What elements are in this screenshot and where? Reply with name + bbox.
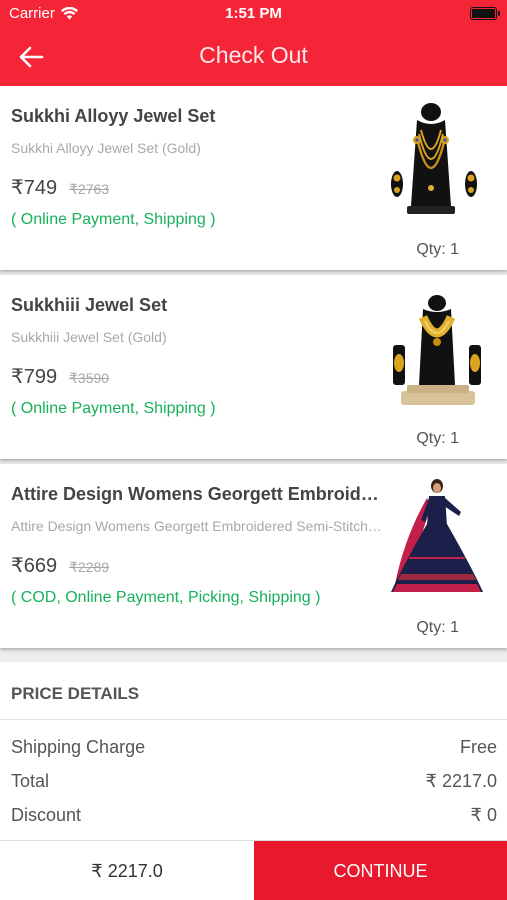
row-value: ₹ 2217.0 (425, 771, 497, 791)
cart-item[interactable]: Sukkhi Alloyy Jewel Set Sukkhi Alloyy Je… (0, 86, 507, 270)
shipping-charge-row: Shipping Charge Free (11, 737, 497, 759)
payment-modes: ( COD, Online Payment, Picking, Shipping… (11, 589, 321, 606)
product-name: Sukkhi Alloyy Jewel Set (11, 106, 216, 126)
status-time: 1:51 PM (225, 5, 282, 22)
payment-modes: ( Online Payment, Shipping ) (11, 211, 216, 228)
product-price: ₹669 (11, 555, 58, 577)
row-label: Shipping Charge (11, 737, 146, 757)
divider (0, 719, 507, 720)
product-variant: Attire Design Womens Georgett Embroidere… (11, 518, 383, 534)
payment-modes: ( Online Payment, Shipping ) (11, 400, 216, 417)
nav-header: Check Out (0, 28, 507, 86)
price-details: PRICE DETAILS Shipping Charge Free Total… (0, 662, 507, 840)
product-mrp: ₹2289 (69, 559, 110, 575)
row-label: Discount (11, 805, 82, 825)
gold-necklace-image[interactable] (382, 287, 492, 412)
app-header: Carrier 1:51 PM Check Out (0, 0, 507, 86)
total-row: Total ₹ 2217.0 (11, 771, 497, 793)
continue-button[interactable]: CONTINUE (254, 841, 507, 900)
row-label: Total (11, 771, 50, 791)
product-name: Sukkhiii Jewel Set (11, 295, 168, 315)
necklace-set-image[interactable] (382, 98, 492, 223)
anarkali-dress-image[interactable] (382, 476, 492, 601)
product-quantity: Qty: 1 (416, 619, 459, 636)
grand-total: ₹ 2217.0 (91, 860, 163, 881)
cart-item[interactable]: Sukkhiii Jewel Set Sukkhiii Jewel Set (G… (0, 275, 507, 459)
discount-row: Discount ₹ 0 (11, 805, 497, 827)
product-quantity: Qty: 1 (416, 241, 459, 258)
product-variant: Sukkhi Alloyy Jewel Set (Gold) (11, 140, 201, 156)
battery-icon (470, 7, 500, 20)
product-price: ₹799 (11, 366, 58, 388)
status-bar: Carrier 1:51 PM (0, 0, 507, 28)
page-title: Check Out (199, 42, 308, 68)
cart-item[interactable]: Attire Design Womens Georgett Embroidere… (0, 464, 507, 648)
row-value: ₹ 0 (470, 805, 497, 825)
cart-item-list: Sukkhi Alloyy Jewel Set Sukkhi Alloyy Je… (0, 86, 507, 653)
price-details-heading: PRICE DETAILS (11, 684, 140, 703)
product-name: Attire Design Womens Georgett Embroidere… (11, 484, 383, 504)
row-value: Free (459, 737, 497, 757)
product-mrp: ₹2763 (69, 181, 110, 197)
product-quantity: Qty: 1 (416, 430, 459, 447)
product-price: ₹749 (11, 177, 58, 199)
product-mrp: ₹3590 (69, 370, 110, 386)
checkout-bar: ₹ 2217.0 CONTINUE (0, 840, 507, 900)
product-variant: Sukkhiii Jewel Set (Gold) (11, 329, 167, 345)
